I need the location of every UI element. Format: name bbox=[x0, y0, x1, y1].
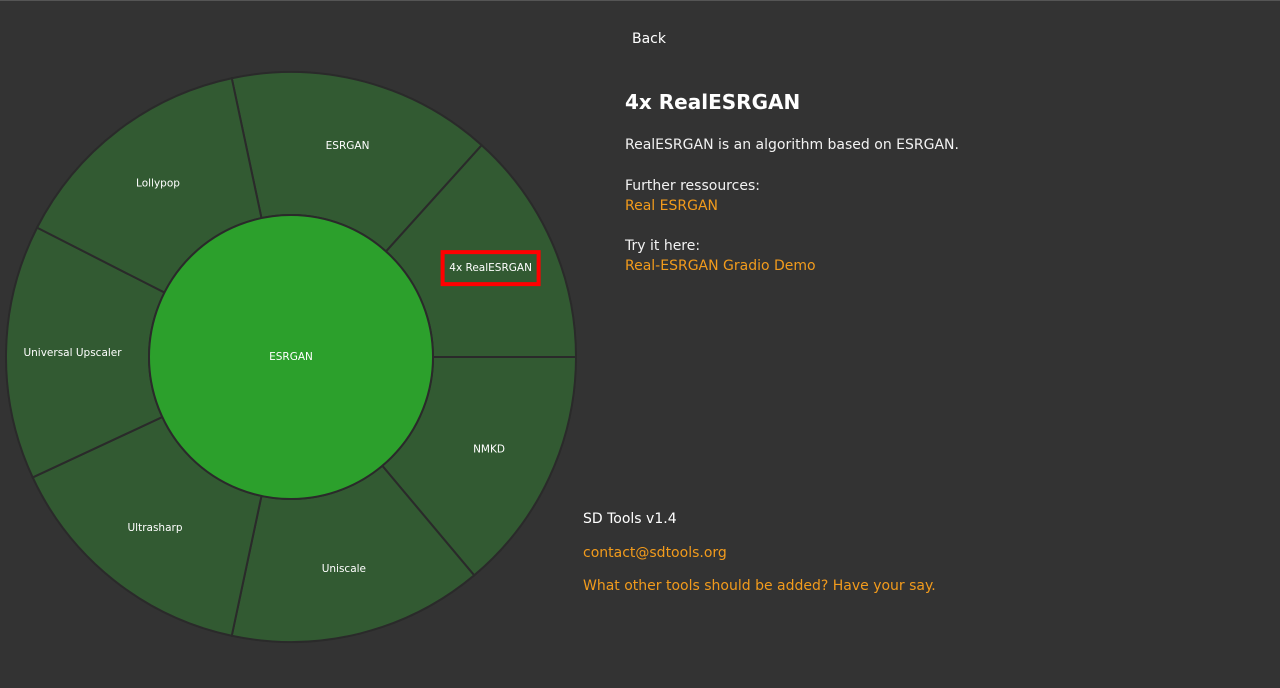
version-text: SD Tools v1.4 bbox=[583, 511, 677, 527]
back-button[interactable]: Back bbox=[632, 31, 666, 47]
segment-label-nmkd[interactable]: NMKD bbox=[473, 443, 505, 455]
segment-label-ultrasharp[interactable]: Ultrasharp bbox=[127, 522, 182, 534]
sunburst-chart[interactable]: ESRGAN 4x RealESRGAN NMKD Uniscale Ultrashar… bbox=[0, 0, 600, 688]
segment-label-lollypop[interactable]: Lollypop bbox=[136, 178, 180, 190]
resources-label: Further ressources: bbox=[625, 178, 760, 194]
description-text: RealESRGAN is an algorithm based on ESRG… bbox=[625, 137, 959, 153]
segment-label-universal-upscaler[interactable]: Universal Upscaler bbox=[23, 347, 122, 359]
segment-label-esrgan[interactable]: ESRGAN bbox=[326, 140, 370, 152]
resources-link[interactable]: Real ESRGAN bbox=[625, 198, 718, 214]
segment-label-uniscale[interactable]: Uniscale bbox=[322, 563, 366, 575]
try-label: Try it here: bbox=[625, 238, 701, 254]
feedback-link[interactable]: What other tools should be added? Have y… bbox=[583, 578, 936, 594]
demo-link[interactable]: Real-ESRGAN Gradio Demo bbox=[625, 258, 816, 274]
center-label[interactable]: ESRGAN bbox=[269, 351, 313, 363]
page-title: 4x RealESRGAN bbox=[625, 90, 801, 114]
segment-label-4x-realesrgan[interactable]: 4x RealESRGAN bbox=[449, 262, 532, 274]
contact-email-link[interactable]: contact@sdtools.org bbox=[583, 545, 727, 561]
